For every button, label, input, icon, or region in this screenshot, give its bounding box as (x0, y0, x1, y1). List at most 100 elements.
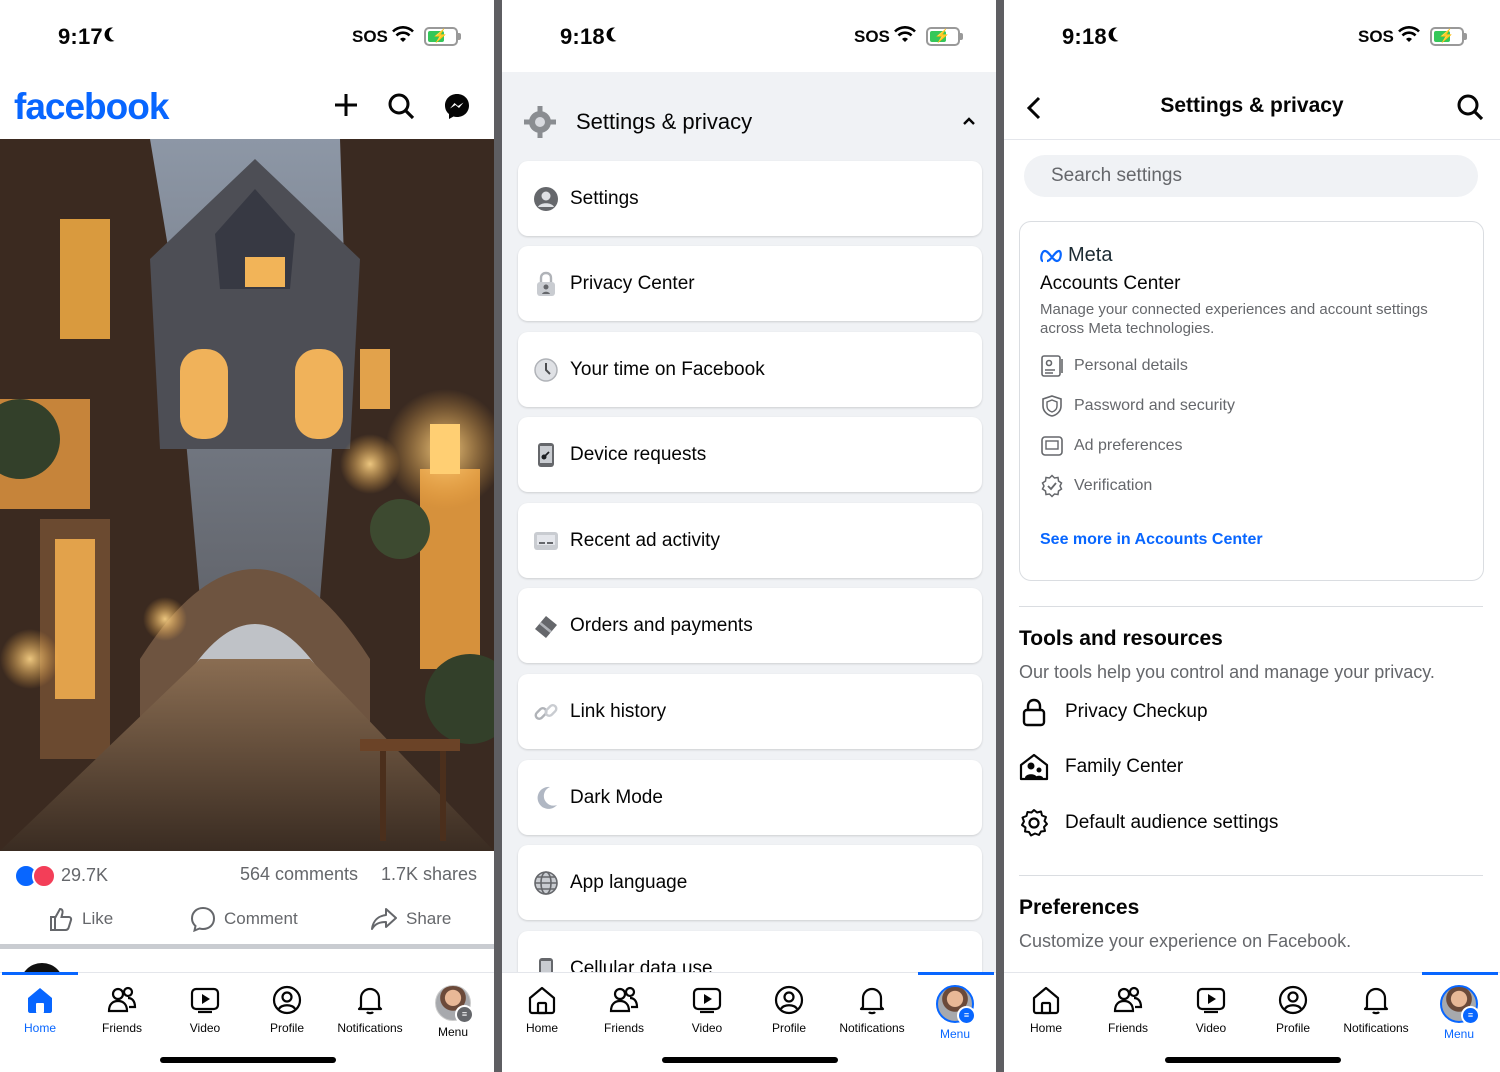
globe-icon (534, 870, 558, 895)
menu-item-privacy-center[interactable]: Privacy Center (518, 246, 982, 321)
share-icon (371, 908, 397, 930)
menu-item-label: Recent ad activity (570, 529, 720, 551)
active-tab-indicator (2, 972, 78, 975)
screen-divider (494, 0, 502, 1072)
search-icon[interactable] (1456, 93, 1484, 121)
lock-person-icon (537, 271, 555, 296)
menu-item-settings[interactable]: Settings (518, 161, 982, 236)
user-circle-icon (534, 186, 558, 211)
comments-count[interactable]: 564 comments (240, 864, 358, 885)
menu-item-label: Orders and payments (570, 614, 753, 636)
tool-family-center[interactable]: Family Center (1019, 752, 1183, 782)
wifi-icon (392, 26, 414, 42)
menu-item-link-history[interactable]: Link history (518, 674, 982, 749)
video-icon (190, 987, 220, 1014)
tab-home[interactable]: Home (0, 985, 80, 1035)
tab-notifications[interactable]: Notifications (330, 985, 410, 1035)
settings-privacy-section-header[interactable]: Settings & privacy (522, 104, 752, 140)
menu-item-app-language[interactable]: App language (518, 845, 982, 920)
menu-item-recent-ad-activity[interactable]: Recent ad activity (518, 503, 982, 578)
search-icon[interactable] (387, 92, 415, 120)
status-bar: 9:17 SOS ⚡ (0, 0, 494, 72)
status-time: 9:17 (58, 24, 117, 50)
menu-item-device-requests[interactable]: Device requests (518, 417, 982, 492)
home-icon (28, 988, 52, 1013)
tab-friends[interactable]: Friends (1088, 985, 1168, 1035)
accounts-item-ad-preferences[interactable]: Ad preferences (1040, 434, 1183, 458)
header-divider (1004, 139, 1500, 140)
shares-count[interactable]: 1.7K shares (381, 864, 477, 885)
screen-settings-privacy: 9:18 SOS ⚡ Settings & privacy Search set… (1004, 0, 1500, 1072)
status-bar: 9:18 SOS ⚡ (502, 0, 996, 72)
reaction-summary[interactable]: 29.7K (14, 864, 108, 888)
accounts-item-password-security[interactable]: Password and security (1040, 394, 1235, 418)
tab-notifications[interactable]: Notifications (1336, 985, 1416, 1035)
menu-item-label: Link history (570, 700, 667, 722)
tab-menu[interactable]: ≡ Menu (1419, 985, 1499, 1041)
screen-divider (996, 0, 1004, 1072)
home-icon (528, 986, 556, 1015)
love-reaction-icon (32, 864, 56, 888)
screen-menu: 9:18 SOS ⚡ Settings & privacy Settings P… (502, 0, 996, 1072)
see-more-accounts-center-link[interactable]: See more in Accounts Center (1040, 531, 1263, 549)
tab-profile[interactable]: Profile (247, 985, 327, 1035)
tab-notifications[interactable]: Notifications (832, 985, 912, 1035)
plus-icon[interactable] (333, 92, 359, 118)
sos-label: SOS (854, 27, 890, 46)
thumbs-up-icon (50, 907, 73, 931)
active-tab-indicator (1422, 972, 1498, 975)
like-button[interactable]: Like (48, 906, 113, 932)
tab-menu[interactable]: ≡ Menu (413, 985, 493, 1039)
tool-privacy-checkup[interactable]: Privacy Checkup (1019, 697, 1208, 727)
post-photo[interactable] (0, 139, 494, 851)
like-label: Like (82, 909, 114, 928)
battery-icon: ⚡ (926, 27, 963, 46)
search-settings-input[interactable]: Search settings (1024, 155, 1478, 197)
menu-top-band (502, 72, 996, 91)
sos-label: SOS (352, 27, 388, 46)
home-indicator (662, 1057, 838, 1063)
tab-menu[interactable]: ≡ Menu (915, 985, 995, 1041)
menu-item-time-on-facebook[interactable]: Your time on Facebook (518, 332, 982, 407)
tool-default-audience[interactable]: Default audience settings (1019, 808, 1278, 838)
tab-video[interactable]: Video (1171, 985, 1251, 1035)
comment-button[interactable]: Comment (190, 906, 298, 932)
video-icon (1196, 987, 1226, 1014)
facebook-logo: facebook (14, 86, 169, 127)
messenger-icon[interactable] (443, 92, 471, 120)
share-button[interactable]: Share (370, 906, 451, 932)
friends-icon (609, 986, 639, 1013)
tab-profile[interactable]: Profile (749, 985, 829, 1035)
menu-item-label: Your time on Facebook (570, 358, 765, 380)
verified-badge-icon (1041, 474, 1063, 498)
avatar-menu-icon: ≡ (435, 985, 474, 1024)
tools-resources-subtitle: Our tools help you control and manage yo… (1019, 662, 1435, 682)
tab-friends[interactable]: Friends (584, 985, 664, 1035)
gear-icon (1021, 809, 1048, 837)
battery-icon: ⚡ (424, 27, 461, 46)
friends-icon (1113, 986, 1143, 1013)
tab-profile[interactable]: Profile (1253, 985, 1333, 1035)
card-icon (535, 615, 557, 638)
menu-item-dark-mode[interactable]: Dark Mode (518, 760, 982, 835)
tab-friends[interactable]: Friends (82, 985, 162, 1035)
section-divider (1019, 875, 1483, 876)
section-divider (1019, 606, 1483, 607)
chevron-up-icon[interactable] (962, 116, 976, 126)
tab-video[interactable]: Video (667, 985, 747, 1035)
alley-illustration (0, 139, 494, 851)
accounts-item-verification[interactable]: Verification (1040, 474, 1152, 498)
tab-home[interactable]: Home (1006, 985, 1086, 1035)
tab-video[interactable]: Video (165, 985, 245, 1035)
ad-screen-icon (534, 531, 558, 550)
menu-item-label: Device requests (570, 443, 707, 465)
home-icon (1032, 986, 1060, 1015)
accounts-item-personal-details[interactable]: Personal details (1040, 354, 1188, 378)
accounts-center-card[interactable]: Meta Accounts Center Manage your connect… (1019, 221, 1484, 581)
family-home-icon (1019, 753, 1049, 781)
tab-home[interactable]: Home (502, 985, 582, 1035)
menu-item-label: App language (570, 871, 688, 893)
menu-item-orders-payments[interactable]: Orders and payments (518, 588, 982, 663)
battery-icon: ⚡ (1430, 27, 1467, 46)
link-icon (534, 703, 558, 720)
